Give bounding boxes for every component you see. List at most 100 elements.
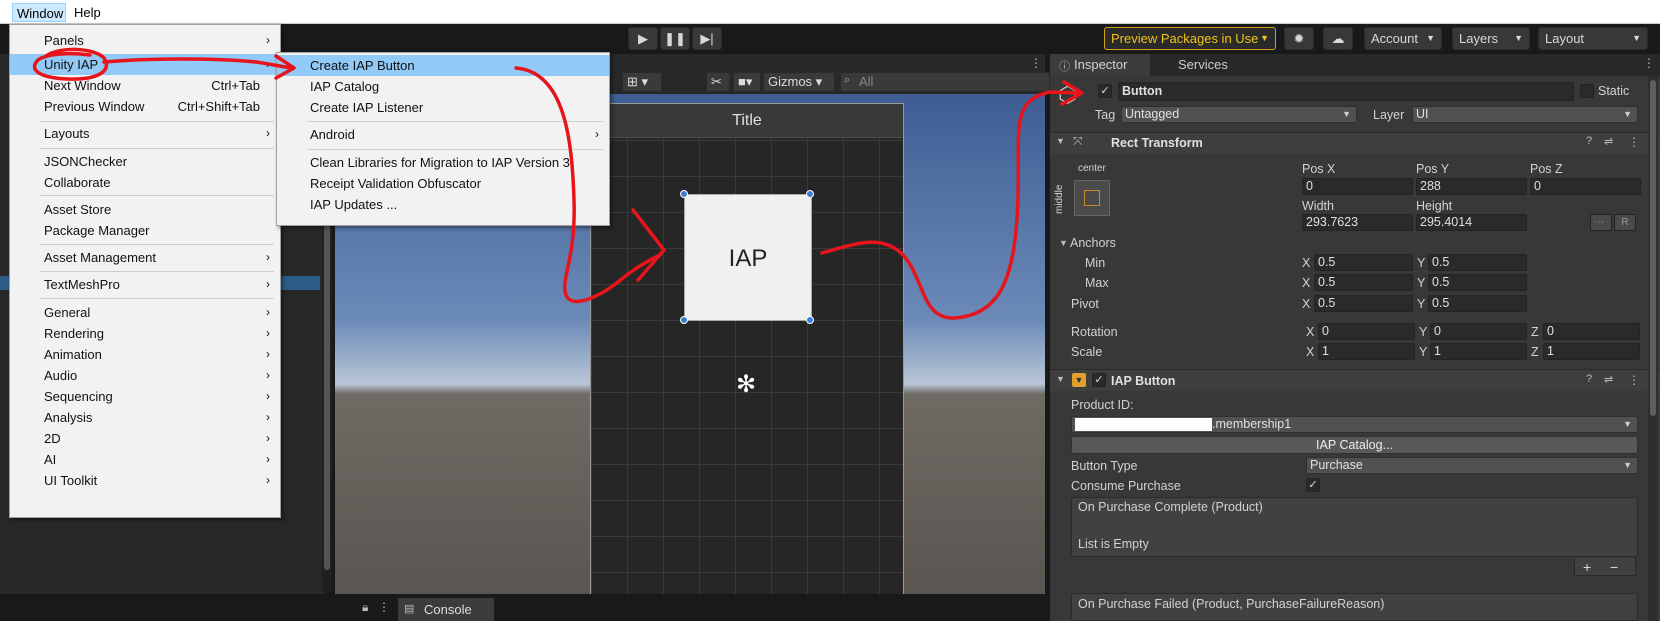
consume-purchase-checkbox[interactable]: ✓: [1306, 478, 1320, 492]
account-dropdown[interactable]: Account ▼: [1364, 27, 1442, 50]
lock-icon[interactable]: 🔒︎: [362, 600, 368, 615]
help-icon[interactable]: ?: [1586, 135, 1592, 147]
iap-menu-item-receipt-validation-obfuscator[interactable]: Receipt Validation Obfuscator: [277, 173, 609, 194]
iap-menu-item-label: Clean Libraries for Migration to IAP Ver…: [310, 155, 570, 170]
move-gizmo-icon[interactable]: ✻: [736, 370, 756, 399]
button-type-dropdown[interactable]: Purchase ▼: [1306, 457, 1638, 474]
window-menu-item-animation[interactable]: Animation ›: [10, 344, 280, 365]
scale-y-input[interactable]: 1: [1430, 343, 1527, 360]
window-menu-item-collaborate[interactable]: Collaborate: [10, 172, 280, 193]
rect-handle-tr[interactable]: [806, 190, 814, 198]
layer-dropdown[interactable]: UI ▼: [1412, 106, 1638, 123]
active-checkbox[interactable]: ✓: [1098, 84, 1112, 98]
gizmos-dropdown[interactable]: Gizmos ▾: [763, 72, 835, 92]
tag-dropdown[interactable]: Untagged ▼: [1121, 106, 1357, 123]
camera-icon[interactable]: ■▾: [733, 72, 761, 92]
window-menu-item-textmeshpro[interactable]: TextMeshPro ›: [10, 274, 280, 295]
layers-dropdown[interactable]: Layers ▼: [1452, 27, 1530, 50]
inspector-scrollbar[interactable]: [1648, 76, 1658, 621]
window-menu-item-ai[interactable]: AI ›: [10, 449, 280, 470]
iap-menu-item-iap-catalog[interactable]: IAP Catalog: [277, 76, 609, 97]
scale-z-input[interactable]: 1: [1543, 343, 1640, 360]
play-button[interactable]: ▶: [628, 27, 658, 50]
fold-arrow-icon[interactable]: ▼: [1059, 238, 1068, 248]
remove-icon[interactable]: −: [1610, 559, 1618, 575]
window-menu-item-next-window[interactable]: Next Window Ctrl+Tab: [10, 75, 280, 96]
cloud-icon[interactable]: ☁: [1323, 27, 1353, 50]
iap-menu-item-iap-updates[interactable]: IAP Updates ...: [277, 194, 609, 215]
window-menu-item-analysis[interactable]: Analysis ›: [10, 407, 280, 428]
iap-menu-item-android[interactable]: Android ›: [277, 124, 609, 145]
window-menu-item-audio[interactable]: Audio ›: [10, 365, 280, 386]
window-menu-item-unity-iap[interactable]: Unity IAP ›: [10, 54, 280, 75]
window-menu-item-rendering[interactable]: Rendering ›: [10, 323, 280, 344]
scale-x-input[interactable]: 1: [1318, 343, 1415, 360]
fold-arrow-icon[interactable]: ▼: [1056, 374, 1065, 384]
width-input[interactable]: 293.7623: [1302, 214, 1413, 231]
min-x-input[interactable]: 0.5: [1314, 254, 1413, 271]
pos-x-input[interactable]: 0: [1302, 178, 1413, 195]
rect-handle-bl[interactable]: [680, 316, 688, 324]
product-id-dropdown[interactable]: .membership1 ▼: [1071, 416, 1638, 433]
preset-icon[interactable]: ⇌: [1604, 373, 1613, 386]
iap-menu-item-clean-libraries-for-migration-to-iap-version-3[interactable]: Clean Libraries for Migration to IAP Ver…: [277, 152, 609, 173]
min-y-input[interactable]: 0.5: [1428, 254, 1527, 271]
window-menu-item-2d[interactable]: 2D ›: [10, 428, 280, 449]
more-options-icon[interactable]: ⋮: [1628, 135, 1640, 149]
window-menu-item-panels[interactable]: Panels ›: [10, 30, 280, 51]
iap-button-preview[interactable]: IAP: [684, 194, 812, 321]
max-x-input[interactable]: 0.5: [1314, 274, 1413, 291]
help-icon[interactable]: ?: [1586, 373, 1592, 385]
raw-edit-button[interactable]: R: [1614, 214, 1636, 231]
pause-button[interactable]: ❚❚: [660, 27, 690, 50]
window-menu-item-asset-store[interactable]: Asset Store: [10, 199, 280, 220]
object-name-input[interactable]: Button: [1118, 82, 1574, 101]
pivot-y-input[interactable]: 0.5: [1428, 295, 1527, 312]
consume-purchase-label: Consume Purchase: [1071, 479, 1181, 493]
height-input[interactable]: 295.4014: [1416, 214, 1527, 231]
iap-menu-item-create-iap-listener[interactable]: Create IAP Listener: [277, 97, 609, 118]
rect-handle-br[interactable]: [806, 316, 814, 324]
step-button[interactable]: ▶|: [692, 27, 722, 50]
preview-packages-button[interactable]: Preview Packages in Use ▼: [1104, 27, 1276, 50]
more-options-icon[interactable]: ⋮: [1030, 56, 1042, 70]
iap-catalog-button[interactable]: IAP Catalog...: [1071, 436, 1638, 454]
settings-icon[interactable]: ✹: [1284, 27, 1314, 50]
layout-dropdown[interactable]: Layout ▼: [1538, 27, 1648, 50]
pos-y-input[interactable]: 288: [1416, 178, 1527, 195]
max-y-input[interactable]: 0.5: [1428, 274, 1527, 291]
window-menu-item-layouts[interactable]: Layouts ›: [10, 123, 280, 144]
more-options-icon[interactable]: ⋮: [378, 600, 390, 614]
more-options-icon[interactable]: ⋮: [1628, 373, 1640, 387]
menu-window[interactable]: Window: [12, 3, 66, 22]
static-checkbox[interactable]: [1580, 84, 1594, 98]
rect-handle-tl[interactable]: [680, 190, 688, 198]
rotation-x-input[interactable]: 0: [1318, 323, 1415, 340]
window-menu-item-previous-window[interactable]: Previous Window Ctrl+Shift+Tab: [10, 96, 280, 117]
tools-icon[interactable]: ✂: [706, 72, 730, 92]
fold-arrow-icon[interactable]: ▼: [1056, 136, 1065, 146]
grid-snap-icon[interactable]: ⊞ ▾: [622, 72, 662, 92]
rotation-z-input[interactable]: 0: [1543, 323, 1640, 340]
anchor-preset-button[interactable]: [1074, 180, 1110, 216]
iap-menu-item-create-iap-button[interactable]: Create IAP Button: [277, 55, 609, 76]
anchor-h-label: center: [1078, 163, 1106, 174]
add-icon[interactable]: +: [1583, 559, 1591, 575]
pos-z-input[interactable]: 0: [1530, 178, 1641, 195]
window-menu-item-sequencing[interactable]: Sequencing ›: [10, 386, 280, 407]
window-menu-item-ui-toolkit[interactable]: UI Toolkit ›: [10, 470, 280, 491]
window-menu-item-asset-management[interactable]: Asset Management ›: [10, 247, 280, 268]
window-menu-item-general[interactable]: General ›: [10, 302, 280, 323]
scrollbar-thumb[interactable]: [1650, 80, 1656, 416]
menu-help[interactable]: Help: [70, 3, 105, 22]
tab-services[interactable]: Services: [1168, 54, 1238, 76]
blueprint-mode-button[interactable]: ⋯: [1590, 214, 1612, 231]
preset-icon[interactable]: ⇌: [1604, 135, 1613, 148]
iap-button-enabled-checkbox[interactable]: ✓: [1092, 373, 1106, 387]
window-menu-item-jsonchecker[interactable]: JSONChecker: [10, 151, 280, 172]
more-options-icon[interactable]: ⋮: [1643, 56, 1655, 70]
scene-search-input[interactable]: All: [840, 72, 1050, 92]
window-menu-item-package-manager[interactable]: Package Manager: [10, 220, 280, 241]
rotation-y-input[interactable]: 0: [1430, 323, 1527, 340]
pivot-x-input[interactable]: 0.5: [1314, 295, 1413, 312]
